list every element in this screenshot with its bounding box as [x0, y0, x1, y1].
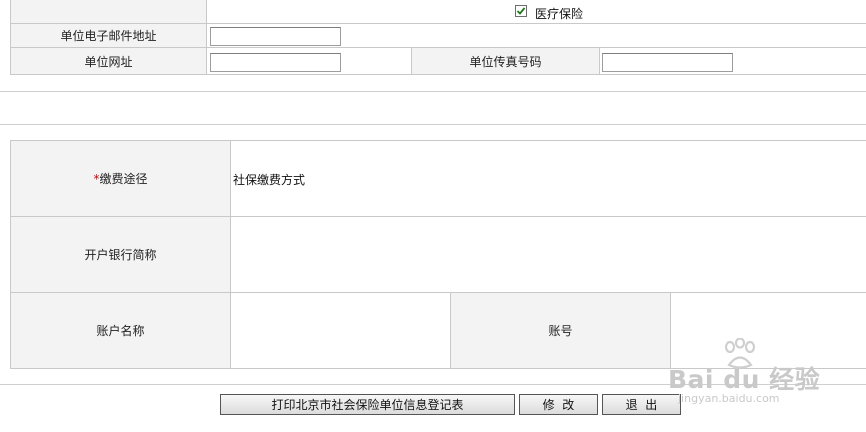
- divider: [0, 384, 866, 385]
- modify-button[interactable]: 修 改: [519, 394, 598, 415]
- medical-insurance-label: 医疗保险: [535, 7, 584, 21]
- payment-method-label: 缴费途径: [99, 172, 148, 186]
- email-value-cell: [206, 23, 866, 48]
- fax-value-cell: [599, 47, 866, 75]
- email-field[interactable]: [210, 27, 341, 46]
- insurance-cell: 医疗保险: [206, 0, 866, 24]
- account-number-label: 账号: [450, 292, 671, 369]
- bank-value-cell: [230, 216, 866, 293]
- divider: [0, 124, 866, 125]
- watermark-url: jingyan.baidu.com: [678, 392, 780, 405]
- fax-field[interactable]: [602, 53, 733, 72]
- medical-insurance-checkbox[interactable]: [515, 5, 527, 17]
- divider: [0, 91, 866, 92]
- payment-method-value-cell: 社保缴费方式: [230, 140, 866, 217]
- bank-label: 开户银行简称: [10, 216, 231, 293]
- email-label: 单位电子邮件地址: [10, 23, 207, 48]
- payment-method-value: 社保缴费方式: [233, 173, 306, 187]
- account-number-value-cell: [670, 292, 866, 369]
- exit-button[interactable]: 退 出: [602, 394, 681, 415]
- blank-label-cell: [10, 0, 207, 24]
- payment-method-label-cell: * 缴费途径: [10, 140, 231, 217]
- account-name-label: 账户名称: [10, 292, 231, 369]
- print-registration-form-button[interactable]: 打印北京市社会保险单位信息登记表: [220, 394, 515, 415]
- website-label: 单位网址: [10, 47, 207, 75]
- website-value-cell: [206, 47, 412, 75]
- website-field[interactable]: [210, 53, 341, 72]
- account-name-value-cell: [230, 292, 451, 369]
- fax-label: 单位传真号码: [411, 47, 600, 75]
- checkmark-icon: [516, 7, 526, 15]
